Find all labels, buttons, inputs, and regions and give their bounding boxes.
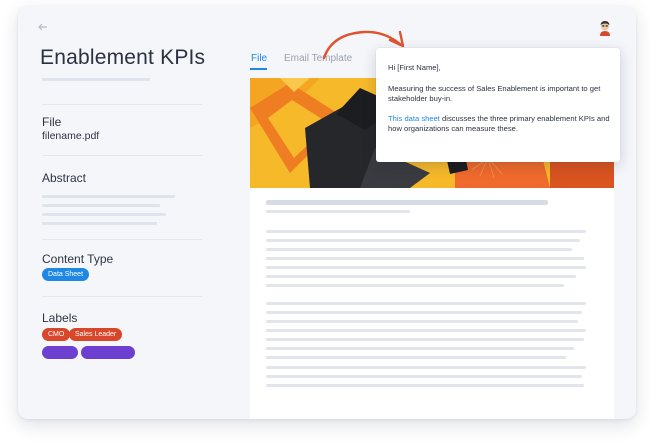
- page-title: Enablement KPIs: [40, 46, 206, 69]
- popover-greeting: Hi [First Name],: [388, 63, 441, 72]
- title-underline: [42, 78, 150, 81]
- doc-text-line: [266, 338, 584, 341]
- doc-text-line: [266, 230, 586, 233]
- doc-text-line: [266, 311, 582, 314]
- content-type-label: Content Type: [42, 252, 114, 266]
- doc-text-line: [266, 375, 582, 378]
- doc-heading-line: [266, 200, 548, 205]
- doc-text-line: [266, 266, 586, 269]
- doc-text-line: [266, 302, 586, 305]
- app-card: Enablement KPIs File filename.pdf Abstra…: [18, 6, 636, 419]
- doc-text-line: [266, 356, 566, 359]
- abstract-line: [42, 213, 166, 216]
- abstract-line: [42, 222, 157, 225]
- divider: [42, 155, 202, 156]
- doc-text-line: [266, 275, 576, 278]
- doc-subheading-line: [266, 210, 410, 213]
- file-label: File: [42, 115, 62, 129]
- labels-label: Labels: [42, 311, 78, 325]
- email-template-popover: Hi [First Name], Measuring the success o…: [376, 48, 620, 162]
- file-name[interactable]: filename.pdf: [42, 130, 99, 142]
- label-chip-placeholder[interactable]: [42, 346, 78, 359]
- active-tab-indicator: [250, 68, 267, 70]
- popover-paragraph-2: This data sheet discusses the three prim…: [388, 114, 610, 134]
- content-type-chip[interactable]: Data Sheet: [42, 268, 90, 281]
- doc-text-line: [266, 257, 584, 260]
- doc-text-line: [266, 320, 578, 323]
- arrow-left-icon[interactable]: [38, 23, 48, 34]
- doc-text-line: [266, 384, 584, 387]
- user-avatar-icon[interactable]: [598, 20, 612, 36]
- data-sheet-link[interactable]: This data sheet: [388, 114, 440, 123]
- abstract-line: [42, 204, 160, 207]
- abstract-label: Abstract: [42, 171, 87, 185]
- tab-file[interactable]: File: [251, 53, 267, 64]
- doc-text-line: [266, 284, 564, 287]
- doc-text-line: [266, 347, 574, 350]
- abstract-line: [42, 195, 175, 198]
- doc-text-line: [266, 248, 572, 251]
- divider: [42, 104, 202, 105]
- doc-text-line: [266, 239, 580, 242]
- label-chip-sales-leader[interactable]: Sales Leader: [69, 328, 123, 341]
- popover-paragraph-1: Measuring the success of Sales Enablemen…: [388, 84, 601, 103]
- doc-text-line: [266, 329, 586, 332]
- doc-text-line: [266, 366, 586, 369]
- label-chip-cmo[interactable]: CMO: [42, 328, 71, 341]
- divider: [42, 239, 202, 240]
- label-chip-placeholder[interactable]: [81, 346, 135, 359]
- divider: [42, 296, 202, 297]
